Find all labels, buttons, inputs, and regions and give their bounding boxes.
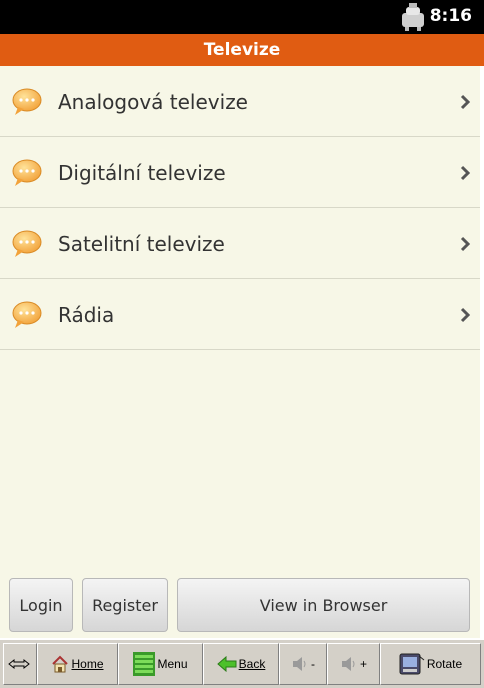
back-button[interactable]: Back [203, 643, 279, 685]
list-item-label: Satelitní televize [58, 232, 225, 256]
resize-arrows-icon [8, 658, 30, 670]
status-bar: 8:16 [0, 0, 484, 34]
edge-divider [480, 66, 484, 638]
menu-list: Analogová televize Digitální televize Sa… [0, 66, 480, 574]
list-item-digital[interactable]: Digitální televize [0, 137, 480, 208]
menu-icon [133, 652, 156, 676]
rotate-label: Rotate [426, 657, 463, 671]
usb-android-icon [402, 3, 424, 31]
chevron-right-icon [460, 236, 470, 252]
list-item-label: Analogová televize [58, 90, 248, 114]
view-in-browser-button[interactable]: View in Browser [177, 578, 470, 632]
list-item-label: Digitální televize [58, 161, 226, 185]
volume-up-button[interactable]: + [327, 643, 380, 685]
volume-down-label: - [311, 657, 315, 671]
speech-bubble-icon [12, 159, 42, 186]
menu-button[interactable]: Menu [118, 643, 203, 685]
chevron-right-icon [460, 165, 470, 181]
phone-rotate-icon [399, 653, 425, 675]
list-item-satellite[interactable]: Satelitní televize [0, 208, 480, 279]
emulator-toolbar: Home Menu Back - + Rotate [0, 638, 484, 688]
house-icon [52, 655, 69, 673]
action-bar: Login Register View in Browser [0, 574, 480, 638]
list-item-analog[interactable]: Analogová televize [0, 66, 480, 137]
speech-bubble-icon [12, 88, 42, 115]
page-title: Televize [0, 34, 484, 66]
chevron-right-icon [460, 94, 470, 110]
speech-bubble-icon [12, 230, 42, 257]
volume-down-button[interactable]: - [279, 643, 327, 685]
back-label: Back [238, 657, 266, 671]
status-time: 8:16 [429, 6, 472, 26]
speaker-icon [293, 657, 306, 671]
back-arrow-icon [216, 656, 237, 672]
speaker-icon [341, 657, 355, 671]
list-item-radio[interactable]: Rádia [0, 279, 480, 350]
speech-bubble-icon [12, 301, 42, 328]
login-button[interactable]: Login [9, 578, 73, 632]
menu-label: Menu [157, 657, 188, 671]
resize-button[interactable] [3, 643, 37, 685]
list-item-label: Rádia [58, 303, 115, 327]
chevron-right-icon [460, 307, 470, 323]
rotate-button[interactable]: Rotate [380, 643, 481, 685]
volume-up-label: + [359, 657, 367, 671]
register-button[interactable]: Register [82, 578, 168, 632]
home-button[interactable]: Home [37, 643, 118, 685]
home-label: Home [71, 657, 104, 671]
